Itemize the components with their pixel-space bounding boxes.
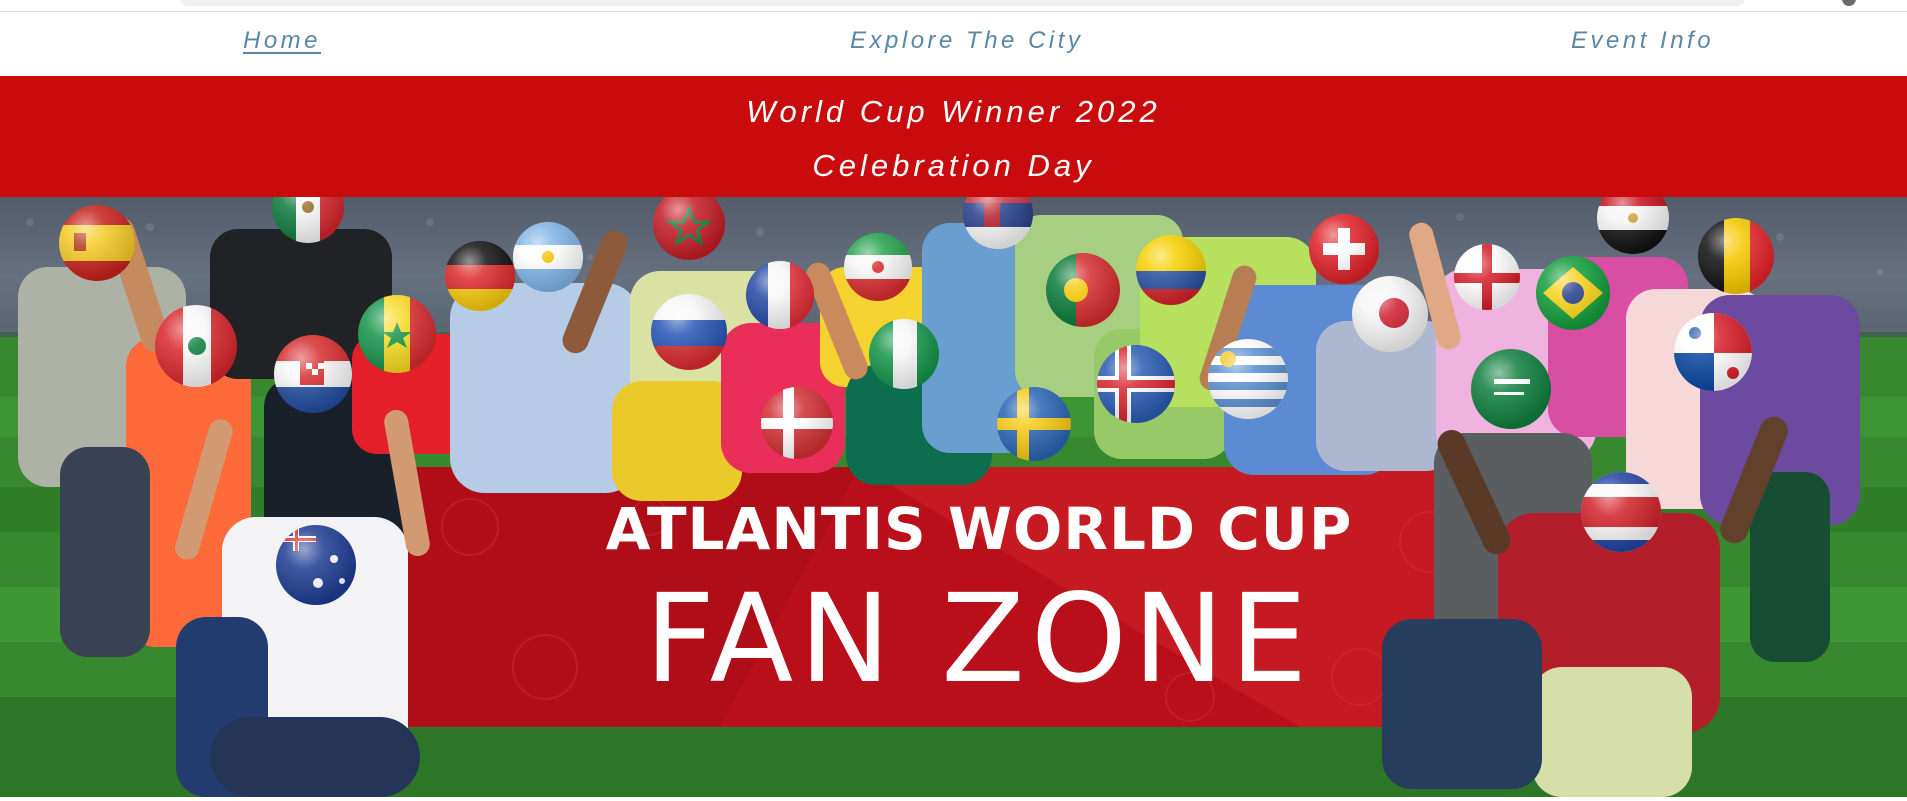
fan-zone-hero-image: ATLANTIS WORLD CUP FAN ZONE [0, 197, 1907, 797]
celebration-banner: World Cup Winner 2022 Celebration Day [0, 76, 1907, 197]
browser-address-bar[interactable] [180, 0, 1745, 6]
main-navigation: Home Explore The City Event Info [0, 12, 1907, 76]
fan-zone-hero-subtitle: FAN ZONE [644, 568, 1314, 710]
banner-subheadline: Celebration Day [812, 148, 1095, 183]
nav-event-info-link[interactable]: Event Info [1571, 24, 1714, 58]
fan-zone-hero-title: ATLANTIS WORLD CUP [605, 495, 1353, 563]
nav-explore-the-city-link[interactable]: Explore The City [850, 24, 1083, 58]
nav-home-link[interactable]: Home [243, 24, 321, 58]
browser-top-strip [0, 0, 1907, 12]
page-bottom-edge [0, 797, 1907, 801]
browser-control-icon[interactable] [1842, 0, 1856, 6]
banner-headline: World Cup Winner 2022 [746, 94, 1161, 129]
